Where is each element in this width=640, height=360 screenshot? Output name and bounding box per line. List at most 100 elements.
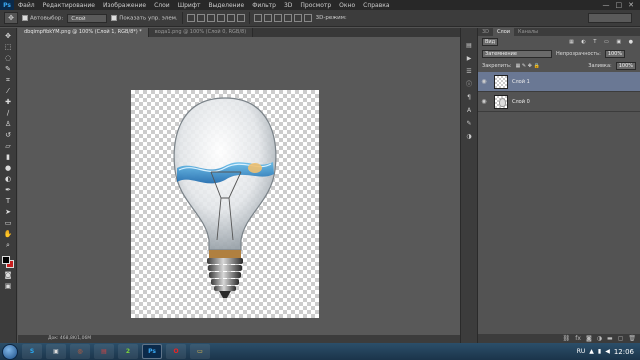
network-icon[interactable]: ▮ [598, 348, 601, 355]
tab-channels[interactable]: Каналы [514, 28, 542, 36]
align-left-icon[interactable] [216, 14, 225, 22]
lasso-tool-icon[interactable]: ◌ [3, 54, 13, 62]
link-layers-icon[interactable]: ⛓ [563, 334, 571, 343]
volume-icon[interactable]: ◀ [605, 348, 610, 355]
menu-select[interactable]: Выделение [204, 2, 248, 9]
show-controls-checkbox[interactable] [111, 14, 118, 21]
maximize-button[interactable]: □ [616, 1, 623, 9]
info-panel-icon[interactable]: ⓘ [465, 81, 473, 88]
photoshop-taskbar-icon[interactable]: Ps [142, 344, 162, 359]
move-tool-preset-icon[interactable]: ✥ [4, 12, 18, 24]
fill-input[interactable]: 100% [615, 62, 636, 70]
history-panel-icon[interactable]: ▤ [465, 42, 473, 49]
blur-tool-icon[interactable]: ● [3, 164, 13, 172]
opera-taskbar-icon[interactable]: O [166, 344, 186, 359]
hand-tool-icon[interactable]: ✋ [3, 230, 13, 238]
adjustments-panel-icon[interactable]: ◑ [465, 133, 473, 140]
autoselect-toggle[interactable]: Автовыбор: [22, 14, 63, 21]
minimize-button[interactable]: — [603, 1, 610, 9]
clone-stamp-tool-icon[interactable]: ♙ [3, 120, 13, 128]
explorer-taskbar-icon[interactable]: ▭ [190, 344, 210, 359]
tab-3d[interactable]: 3D [478, 28, 493, 36]
menu-edit[interactable]: Редактирование [39, 2, 99, 9]
quick-mask-icon[interactable]: ◙ [3, 271, 13, 279]
color-swatches[interactable] [2, 256, 14, 268]
gradient-tool-icon[interactable]: ▮ [3, 153, 13, 161]
align-vcenter-icon[interactable] [196, 14, 205, 22]
layer-row[interactable]: ◉ Слой 1 [478, 72, 640, 92]
language-indicator[interactable]: RU [577, 348, 586, 355]
foreground-color-swatch[interactable] [2, 256, 10, 264]
new-layer-icon[interactable]: ▢ [618, 334, 624, 343]
tab-document-1[interactable]: dbqimpfibkYM.png @ 100% (Слой 1, RGB/8*)… [18, 28, 149, 37]
eraser-tool-icon[interactable]: ▱ [3, 142, 13, 150]
clock[interactable]: 12:06 [614, 348, 634, 356]
align-bottom-icon[interactable] [206, 14, 215, 22]
distribute-left-icon[interactable] [283, 14, 292, 22]
eyedropper-tool-icon[interactable]: ⁄ [3, 87, 13, 95]
marquee-tool-icon[interactable]: ⬚ [3, 43, 13, 51]
document-canvas[interactable] [131, 90, 319, 318]
menu-type[interactable]: Шрифт [174, 2, 205, 9]
show-controls-toggle[interactable]: Показать упр. элем. [111, 14, 178, 21]
media-player-taskbar-icon[interactable]: ◎ [70, 344, 90, 359]
shape-tool-icon[interactable]: ▭ [3, 219, 13, 227]
skype-taskbar-icon[interactable]: S [22, 344, 42, 359]
path-select-tool-icon[interactable]: ➤ [3, 208, 13, 216]
autoselect-select[interactable]: Слой [67, 13, 108, 23]
distribute-top-icon[interactable] [253, 14, 262, 22]
paragraph-panel-icon[interactable]: ¶ [465, 94, 473, 101]
distribute-right-icon[interactable] [303, 14, 312, 22]
character-panel-icon[interactable]: A [465, 107, 473, 114]
layer-kind-filter[interactable]: Вид [482, 38, 499, 46]
menu-3d[interactable]: 3D [280, 2, 296, 9]
history-brush-tool-icon[interactable]: ↺ [3, 131, 13, 139]
menu-filter[interactable]: Фильтр [248, 2, 280, 9]
app-2-taskbar-icon[interactable]: 2 [118, 344, 138, 359]
adjustment-layer-icon[interactable]: ◑ [597, 334, 602, 343]
tab-document-2[interactable]: вода1.png @ 100% (Слой 0, RGB/8) [148, 28, 254, 37]
align-top-icon[interactable] [186, 14, 195, 22]
distribute-bottom-icon[interactable] [273, 14, 282, 22]
quick-select-tool-icon[interactable]: ✎ [3, 65, 13, 73]
distribute-hcenter-icon[interactable] [293, 14, 302, 22]
menu-window[interactable]: Окно [335, 2, 359, 9]
visibility-eye-icon[interactable]: ◉ [478, 78, 490, 85]
menu-view[interactable]: Просмотр [296, 2, 335, 9]
dodge-tool-icon[interactable]: ◐ [3, 175, 13, 183]
layer-name[interactable]: Слой 1 [512, 79, 530, 85]
menu-help[interactable]: Справка [359, 2, 393, 9]
align-hcenter-icon[interactable] [226, 14, 235, 22]
document-size-status[interactable]: Док: 468,8K/1,06M [48, 336, 91, 341]
screen-mode-icon[interactable]: ▣ [3, 282, 13, 290]
winrar-taskbar-icon[interactable]: ▤ [94, 344, 114, 359]
autoselect-checkbox[interactable] [22, 14, 28, 21]
lock-icons[interactable]: ▦ ✎ ✥ 🔒 [516, 63, 540, 69]
layer-name[interactable]: Слой 0 [512, 99, 530, 105]
type-tool-icon[interactable]: T [3, 197, 13, 205]
close-button[interactable]: ✕ [628, 1, 634, 9]
brush-panel-icon[interactable]: ✎ [465, 120, 473, 127]
layer-style-icon[interactable]: fx [575, 334, 581, 343]
move-tool-icon[interactable]: ✥ [3, 32, 13, 40]
menu-image[interactable]: Изображение [99, 2, 150, 9]
menu-file[interactable]: Файл [14, 2, 39, 9]
menu-layers[interactable]: Слои [150, 2, 174, 9]
properties-panel-icon[interactable]: ☰ [465, 68, 473, 75]
crop-tool-icon[interactable]: ⌗ [3, 76, 13, 84]
visibility-eye-icon[interactable]: ◉ [478, 98, 490, 105]
start-button[interactable] [2, 343, 18, 360]
actions-panel-icon[interactable]: ▶ [465, 55, 473, 62]
tab-layers[interactable]: Слои [493, 28, 515, 36]
tray-expand-icon[interactable]: ▲ [589, 348, 594, 355]
opacity-input[interactable]: 100% [604, 50, 626, 58]
new-group-icon[interactable]: ▬ [607, 334, 613, 343]
filter-icons[interactable]: ▦ ◐ T ▭ ▣ ● [569, 39, 636, 45]
workspace-select[interactable] [588, 13, 632, 23]
add-mask-icon[interactable]: ◙ [586, 334, 592, 343]
pen-tool-icon[interactable]: ✒ [3, 186, 13, 194]
delete-layer-icon[interactable]: 🗑 [628, 334, 636, 343]
zoom-tool-icon[interactable]: ⌕ [3, 241, 13, 249]
healing-brush-tool-icon[interactable]: ✚ [3, 98, 13, 106]
layer-row[interactable]: ◉ Слой 0 [478, 92, 640, 112]
